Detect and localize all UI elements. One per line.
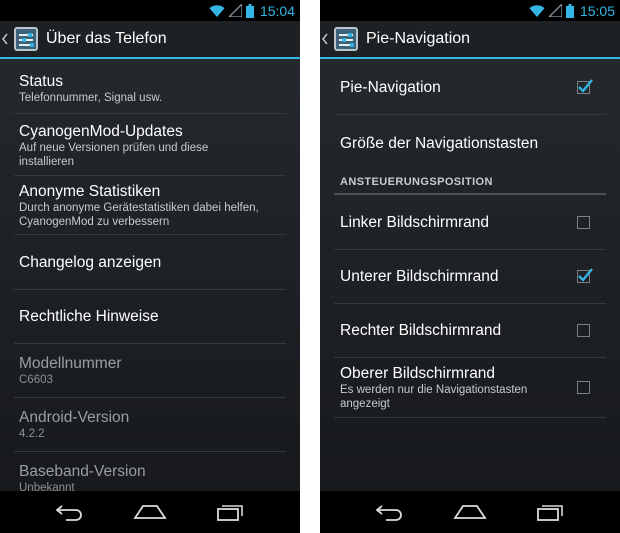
list-item-changelog[interactable]: Changelog anzeigen <box>14 235 286 290</box>
list-item-top-edge[interactable]: Oberer Bildschirmrand Es werden nur die … <box>334 358 606 418</box>
item-subtitle: Auf neue Versionen prüfen und diese <box>19 142 209 154</box>
list-item-android-version: Android-Version 4.2.2 <box>14 398 286 452</box>
category-label: ANSTEUERUNGSPOSITION <box>340 176 493 188</box>
chevron-left-icon <box>322 33 328 45</box>
left-edge-checkbox[interactable] <box>577 215 590 229</box>
list-item-right-edge[interactable]: Rechter Bildschirmrand <box>334 304 606 358</box>
item-title: Android-Version <box>19 409 130 426</box>
item-title: Rechtliche Hinweise <box>19 308 159 325</box>
back-button[interactable] <box>49 500 89 524</box>
home-icon <box>453 505 487 519</box>
phone-screen-about: 15:04 Über das Telefon Status Telefonnum… <box>0 0 300 533</box>
action-bar: Pie-Navigation <box>320 21 620 59</box>
back-icon <box>375 505 402 521</box>
item-title: Größe der Navigationstasten <box>340 134 539 152</box>
status-bar: 15:04 <box>0 0 300 21</box>
list-item-cyanogenmod-updates[interactable]: CyanogenMod-Updates Auf neue Versionen p… <box>14 114 286 176</box>
signal-icon <box>228 4 242 17</box>
wifi-icon <box>529 5 545 17</box>
settings-list: Status Telefonnummer, Signal usw. Cyanog… <box>0 61 300 506</box>
up-navigation-button[interactable] <box>2 30 12 48</box>
list-item-model-number: Modellnummer C6603 <box>14 344 286 398</box>
list-item-legal[interactable]: Rechtliche Hinweise <box>14 290 286 344</box>
item-title: Pie-Navigation <box>340 79 441 96</box>
pie-navigation-checkbox[interactable] <box>577 79 593 94</box>
settings-app-icon[interactable] <box>334 27 358 51</box>
status-time: 15:04 <box>259 2 295 19</box>
list-item-button-size[interactable]: Größe der Navigationstasten <box>334 115 606 171</box>
recent-apps-button[interactable] <box>531 500 571 524</box>
list-item-left-edge[interactable]: Linker Bildschirmrand <box>334 195 606 250</box>
item-subtitle: installieren <box>19 156 74 168</box>
checkmark-icon <box>578 79 593 93</box>
navigation-bar <box>0 491 300 533</box>
item-title: Status <box>19 73 63 90</box>
item-subtitle: Durch anonyme Gerätestatistiken dabei he… <box>19 202 259 214</box>
back-icon <box>55 505 82 521</box>
recent-apps-button[interactable] <box>211 500 251 524</box>
battery-icon <box>245 3 254 18</box>
item-subtitle: C6603 <box>19 374 53 386</box>
status-bar: 15:05 <box>320 0 620 21</box>
back-button[interactable] <box>369 500 409 524</box>
top-edge-checkbox[interactable] <box>577 381 590 394</box>
item-subtitle: angezeigt <box>340 398 390 410</box>
list-item-anonymous-stats[interactable]: Anonyme Statistiken Durch anonyme Geräte… <box>14 176 286 235</box>
bottom-edge-checkbox[interactable] <box>577 268 593 283</box>
item-subtitle: 4.2.2 <box>19 428 45 440</box>
settings-list: Pie-Navigation Größe der Navigationstast… <box>320 61 620 418</box>
chevron-left-icon <box>2 33 8 45</box>
list-item-pie-navigation[interactable]: Pie-Navigation <box>334 61 606 115</box>
item-title: Modellnummer <box>19 355 122 372</box>
wifi-icon <box>209 5 225 17</box>
page-title: Pie-Navigation <box>366 30 471 47</box>
category-header: ANSTEUERUNGSPOSITION <box>334 171 606 195</box>
item-title: Unterer Bildschirmrand <box>340 268 499 285</box>
action-bar: Über das Telefon <box>0 21 300 59</box>
up-navigation-button[interactable] <box>322 30 332 48</box>
home-icon <box>133 505 167 519</box>
checkmark-icon <box>578 268 593 282</box>
home-button[interactable] <box>450 500 490 524</box>
item-title: Oberer Bildschirmrand <box>340 365 496 382</box>
home-button[interactable] <box>130 500 170 524</box>
right-edge-checkbox[interactable] <box>577 324 590 337</box>
list-item-status[interactable]: Status Telefonnummer, Signal usw. <box>14 61 286 114</box>
item-title: Linker Bildschirmrand <box>340 213 490 231</box>
navigation-bar <box>320 491 620 533</box>
page-title: Über das Telefon <box>46 30 167 47</box>
item-title: Anonyme Statistiken <box>19 183 161 200</box>
item-title: Changelog anzeigen <box>19 253 162 271</box>
signal-icon <box>548 4 562 17</box>
item-subtitle: Es werden nur die Navigationstasten <box>340 384 528 396</box>
battery-icon <box>565 3 574 18</box>
status-time: 15:05 <box>579 2 615 19</box>
item-title: CyanogenMod-Updates <box>19 123 183 140</box>
phone-screen-pie-navigation: 15:05 Pie-Navigation Pie-Navigation Größ… <box>320 0 620 533</box>
item-title: Baseband-Version <box>19 463 146 480</box>
list-item-bottom-edge[interactable]: Unterer Bildschirmrand <box>334 250 606 304</box>
recent-apps-icon <box>537 505 564 521</box>
settings-app-icon[interactable] <box>14 27 38 51</box>
item-title: Rechter Bildschirmrand <box>340 322 502 339</box>
recent-apps-icon <box>217 505 244 521</box>
item-subtitle: Telefonnummer, Signal usw. <box>19 92 163 104</box>
item-subtitle: CyanogenMod zu verbessern <box>19 216 170 228</box>
